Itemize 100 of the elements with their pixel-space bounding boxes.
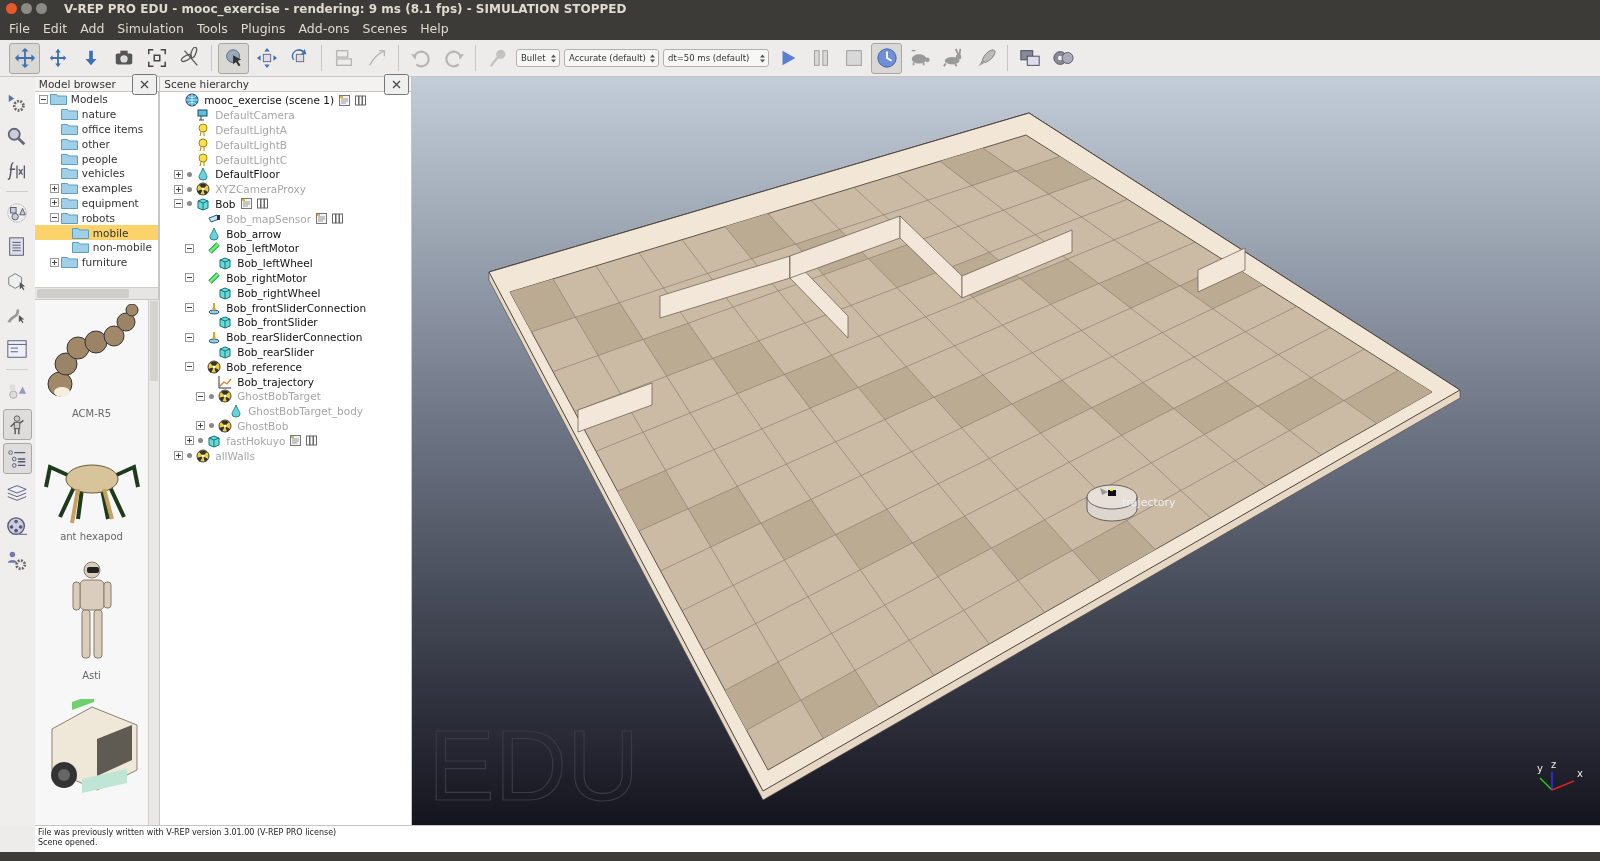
clock-icon — [875, 47, 898, 69]
scene-object-item[interactable]: Bob_rightMotor — [160, 270, 411, 286]
collapse-icon[interactable] — [185, 362, 195, 372]
collapse-icon[interactable] — [185, 243, 195, 253]
expand-icon[interactable] — [174, 169, 184, 179]
folder-item[interactable]: Models — [34, 92, 159, 107]
menu-item[interactable]: Plugins — [233, 21, 292, 36]
dropdown[interactable]: Accurate (default) — [564, 49, 659, 67]
tree-list-button[interactable] — [2, 443, 32, 474]
close-button[interactable] — [132, 73, 158, 95]
folder-item[interactable]: non-mobile — [34, 239, 159, 255]
scene-object-item[interactable]: Bob_reference — [160, 359, 411, 375]
customization-script-icon[interactable] — [332, 213, 344, 225]
move-arrows-button[interactable] — [9, 42, 40, 74]
clock-button[interactable] — [871, 42, 902, 74]
cube-icon — [218, 315, 233, 330]
drop-icon — [207, 226, 222, 241]
spinner-arrows-icon — [551, 53, 556, 63]
model-label: ant hexapod — [60, 531, 123, 542]
menu-item[interactable]: Edit — [35, 21, 74, 36]
windows-icon — [1018, 47, 1041, 69]
dropdown[interactable]: Bullet — [516, 49, 560, 67]
expand-icon[interactable] — [49, 183, 59, 193]
folder-item[interactable]: mobile — [34, 225, 159, 240]
menu-item[interactable]: Tools — [189, 21, 234, 36]
expand-icon[interactable] — [49, 198, 59, 208]
scene-object-item[interactable]: Bob_frontSliderConnection — [160, 300, 411, 315]
expand-icon[interactable] — [196, 421, 206, 431]
folder-item[interactable]: robots — [34, 210, 159, 226]
folder-icon — [60, 256, 78, 269]
rabbit-icon — [941, 47, 964, 69]
model-label: Asti — [82, 670, 101, 681]
panel-title: Scene hierarchy — [164, 78, 250, 90]
collapse-icon[interactable] — [185, 273, 195, 283]
drop-icon — [196, 167, 211, 182]
pointer-button[interactable] — [218, 42, 249, 74]
move-arrows-icon — [13, 47, 36, 69]
scene-object-item[interactable]: Bob_leftWheel — [160, 255, 411, 271]
folder-item[interactable]: examples — [34, 180, 159, 196]
expand-icon[interactable] — [49, 257, 59, 267]
joint-icon — [207, 241, 222, 256]
scrollbar[interactable] — [148, 300, 160, 825]
scene-object-item[interactable]: Bob_rightWheel — [160, 285, 411, 301]
script-icon[interactable] — [290, 435, 302, 447]
collapse-icon[interactable] — [49, 213, 59, 223]
folder-item[interactable]: office items — [34, 121, 159, 137]
cube-icon — [218, 256, 233, 271]
menu-item[interactable]: File — [2, 21, 36, 36]
scene-object-item[interactable]: Bob_rearSlider — [160, 344, 411, 360]
collapse-icon[interactable] — [174, 199, 184, 209]
expand-icon[interactable] — [185, 436, 195, 446]
script-icon[interactable] — [339, 94, 351, 106]
scrollbar[interactable] — [34, 287, 160, 299]
folder-item[interactable]: people — [34, 151, 159, 166]
customization-script-icon[interactable] — [256, 198, 268, 210]
window-title: V-REP PRO EDU - mooc_exercise - rendering: 9 ms (8.1 fps) - SIMULATION STOPPED — [64, 1, 627, 16]
scene-object-item[interactable]: mooc_exercise (scene 1) — [160, 93, 411, 108]
customization-script-icon[interactable] — [306, 435, 318, 447]
close-icon — [392, 79, 401, 89]
folder-item[interactable]: vehicles — [34, 166, 159, 181]
connector-icon — [207, 300, 222, 315]
axis-label: z — [1551, 759, 1557, 770]
connector-icon — [207, 330, 222, 345]
collapse-icon[interactable] — [38, 94, 48, 104]
scene-object-item[interactable]: Bob_arrow — [160, 226, 411, 241]
folder-item[interactable]: equipment — [34, 195, 159, 211]
folder-icon — [71, 226, 89, 239]
scene-object-item[interactable]: Bob_trajectory — [160, 374, 411, 389]
script-icon[interactable] — [240, 198, 252, 210]
folder-icon — [60, 167, 78, 180]
menu-item[interactable]: Add-ons — [291, 21, 356, 36]
scene-object-item[interactable]: Bob_rearSliderConnection — [160, 329, 411, 345]
collapse-icon[interactable] — [185, 332, 195, 342]
menu-item[interactable]: Scenes — [355, 21, 414, 36]
dummy-icon — [196, 182, 211, 197]
customization-script-icon[interactable] — [355, 94, 367, 106]
folder-item[interactable]: other — [34, 136, 159, 152]
scene-object-item[interactable]: Bob_frontSlider — [160, 314, 411, 330]
folder-item[interactable]: furniture — [34, 254, 159, 270]
close-button[interactable] — [384, 73, 409, 95]
cube-icon — [218, 344, 233, 359]
menu-item[interactable]: Add — [73, 21, 111, 36]
dummy-icon — [196, 448, 211, 463]
menu-item[interactable]: Help — [413, 21, 455, 36]
maximize-button[interactable] — [36, 3, 47, 14]
cube-icon — [196, 196, 211, 211]
folder-icon — [60, 108, 78, 121]
folder-item[interactable]: nature — [34, 106, 159, 122]
scene-object-item[interactable]: DefaultFloor — [160, 167, 411, 182]
scene-object-item[interactable]: Bob_leftMotor — [160, 240, 411, 256]
script-icon[interactable] — [316, 213, 328, 225]
menu-item[interactable]: Simulation — [110, 21, 190, 36]
humanoid-button[interactable] — [2, 409, 32, 440]
collapse-icon[interactable] — [196, 391, 206, 401]
expand-icon[interactable] — [174, 184, 184, 194]
dropdown[interactable]: dt=50 ms (default) — [663, 49, 769, 67]
expand-icon[interactable] — [174, 451, 184, 460]
scene-object-item[interactable]: Bob — [160, 196, 411, 212]
minimize-button[interactable] — [21, 3, 32, 14]
collapse-icon[interactable] — [185, 303, 195, 313]
